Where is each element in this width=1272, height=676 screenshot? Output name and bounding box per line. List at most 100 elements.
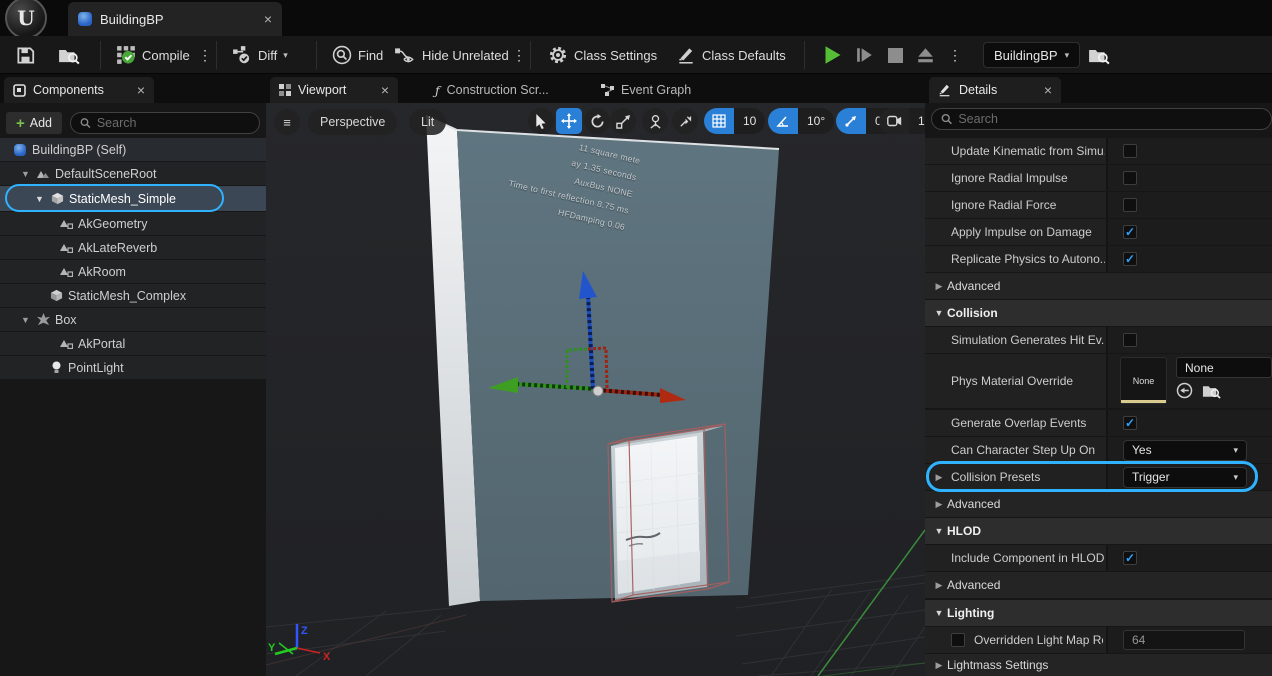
camera-speed-control[interactable]: 1 [879,108,925,134]
compile-options-button[interactable]: ⋮ [198,36,212,74]
tab-components[interactable]: Components × [4,77,154,103]
tree-item-akroom[interactable]: AkRoom [0,260,266,283]
browse-asset-icon[interactable] [1202,383,1221,399]
hide-unrelated-button[interactable]: Hide Unrelated [394,36,509,74]
close-icon[interactable]: × [137,83,145,97]
browse-to-asset-button[interactable] [58,36,80,74]
grid-snap-control[interactable]: 10 [704,108,765,134]
tab-event-graph[interactable]: Event Graph [592,77,702,103]
surface-snapping-button[interactable] [672,108,698,134]
close-icon[interactable]: × [381,83,389,97]
ak-component-icon [60,338,73,349]
step-up-dropdown[interactable]: Yes▾ [1123,440,1247,461]
viewport-menu-button[interactable]: ≡ [274,109,300,135]
asset-tab-buildingbp[interactable]: BuildingBP × [68,2,282,36]
property-row: Include Component in HLOD ✓ [925,545,1272,571]
checkbox-checked[interactable]: ✓ [1123,551,1137,565]
expander-icon[interactable]: ▶ [931,660,947,671]
asset-thumbnail[interactable]: None [1120,357,1167,404]
eject-button[interactable] [917,47,934,64]
expander-icon[interactable]: ▶ [931,580,947,591]
checkbox[interactable] [1123,333,1137,347]
expander-icon[interactable]: ▼ [20,169,31,179]
coordinate-space-button[interactable] [642,108,668,134]
components-search-input[interactable] [97,116,250,130]
tab-details[interactable]: Details × [929,77,1061,103]
find-button[interactable]: Find [332,36,383,74]
tree-item-defaultsceneroot[interactable]: ▼ DefaultSceneRoot [0,162,266,185]
use-selected-icon[interactable] [1176,382,1193,399]
angle-snap-icon[interactable] [768,108,798,134]
camera-icon[interactable] [879,108,909,134]
rotation-snap-value[interactable]: 10° [798,108,834,134]
viewport-3d-scene[interactable]: Z Y X 11 square mete ay 1.35 seconds Aux… [266,103,925,676]
gizmo-center[interactable] [593,386,603,396]
tree-item-self[interactable]: BuildingBP (Self) [0,138,266,161]
tree-item-akportal[interactable]: AkPortal [0,332,266,355]
expander-icon[interactable]: ▶ [931,499,947,510]
details-search[interactable] [931,108,1272,130]
compile-button[interactable]: Compile [116,36,190,74]
expander-icon[interactable]: ▼ [931,608,947,618]
checkbox-checked[interactable]: ✓ [1123,252,1137,266]
grid-snap-value[interactable]: 10 [734,108,765,134]
select-tool-button[interactable] [528,108,554,134]
checkbox[interactable] [1123,198,1137,212]
advanced-group-row[interactable]: ▶ Advanced [925,572,1272,598]
expander-icon[interactable]: ▼ [20,315,31,325]
stop-button[interactable] [888,48,903,63]
class-settings-button[interactable]: Class Settings [548,36,657,74]
asset-tab-title: BuildingBP [100,12,256,27]
save-button[interactable] [16,36,35,74]
class-defaults-button[interactable]: Class Defaults [676,36,786,74]
expander-icon[interactable]: ▶ [931,281,947,292]
advanced-group-row[interactable]: ▶ Advanced [925,491,1272,517]
tab-viewport[interactable]: Viewport × [270,77,398,103]
tree-item-aklatereverb[interactable]: AkLateReverb [0,236,266,259]
perspective-button[interactable]: Perspective [308,109,397,135]
expander-icon[interactable]: ▼ [931,526,947,536]
scale-snap-icon[interactable] [836,108,866,134]
hide-unrelated-options-button[interactable]: ⋮ [512,36,526,74]
collision-section-header[interactable]: ▼ Collision [925,300,1272,326]
frame-skip-button[interactable] [856,46,874,64]
tree-item-pointlight[interactable]: PointLight [0,356,266,379]
lit-mode-button[interactable]: Lit [409,109,446,135]
rotate-tool-button[interactable] [584,108,610,134]
play-options-button[interactable]: ⋮ [948,47,962,64]
scale-tool-button[interactable] [610,108,636,134]
browse-debug-object-button[interactable] [1088,36,1110,74]
compile-icon [116,45,136,65]
checkbox[interactable] [1123,171,1137,185]
move-tool-button[interactable] [556,108,582,134]
expander-icon[interactable]: ▼ [931,308,947,318]
rotation-snap-control[interactable]: 10° [768,108,834,134]
class-defaults-label: Class Defaults [702,48,786,63]
advanced-group-row[interactable]: ▶ Advanced [925,273,1272,299]
lightmass-settings-row[interactable]: ▶ Lightmass Settings [925,654,1272,676]
components-search[interactable] [70,112,260,134]
viewport-tabstrip: Viewport × ƒ Construction Scr... Event G… [266,74,925,103]
debug-object-select[interactable]: BuildingBP ▾ [983,42,1080,68]
close-icon[interactable]: × [264,12,272,26]
checkbox-checked[interactable]: ✓ [1123,225,1137,239]
hlod-section-header[interactable]: ▼ HLOD [925,518,1272,544]
lightmap-res-field[interactable]: 64 [1123,630,1245,650]
checkbox-checked[interactable]: ✓ [1123,416,1137,430]
tree-item-akgeometry[interactable]: AkGeometry [0,212,266,235]
checkbox[interactable] [951,633,965,647]
phys-material-dropdown[interactable]: None [1176,357,1272,378]
checkbox[interactable] [1123,144,1137,158]
grid-snap-icon[interactable] [704,108,734,134]
camera-speed-value[interactable]: 1 [909,108,925,134]
lighting-section-header[interactable]: ▼ Lighting [925,600,1272,626]
add-component-button[interactable]: + Add [6,112,62,134]
tree-item-staticmesh-complex[interactable]: StaticMesh_Complex [0,284,266,307]
details-search-input[interactable] [958,112,1262,126]
components-tabstrip: Components × [0,74,266,103]
tab-construction-script[interactable]: ƒ Construction Scr... [426,77,576,103]
diff-button[interactable]: Diff ▾ [232,36,288,74]
tree-item-box[interactable]: ▼ Box [0,308,266,331]
play-button[interactable] [824,45,842,65]
close-icon[interactable]: × [1044,83,1052,97]
